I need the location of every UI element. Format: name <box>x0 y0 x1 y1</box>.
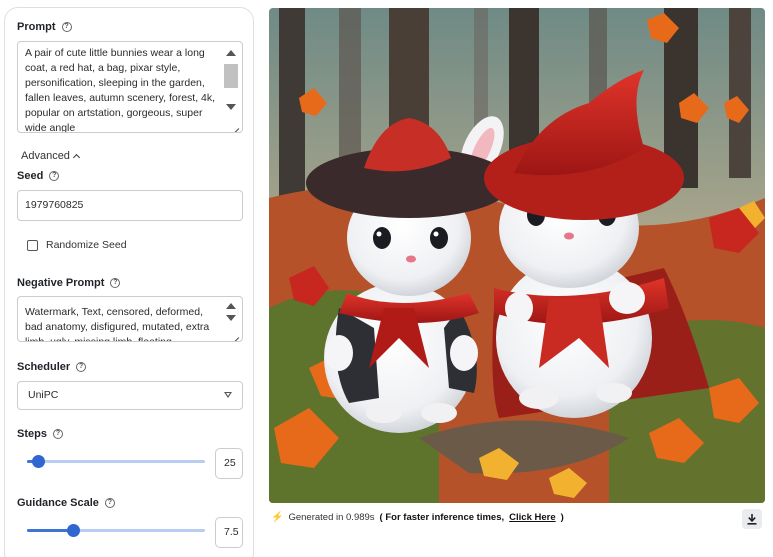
question-circle-icon[interactable]: ? <box>61 22 72 32</box>
question-circle-icon[interactable]: ? <box>49 171 60 181</box>
scroll-down-icon[interactable] <box>226 104 236 110</box>
seed-label: Seed <box>17 170 44 182</box>
question-circle-icon[interactable]: ? <box>76 362 87 372</box>
steps-label: Steps <box>17 428 47 440</box>
generation-info: ⚡ Generated in 0.989s ( For faster infer… <box>271 512 564 523</box>
scheduler-value: UniPC <box>28 389 59 401</box>
prompt-text: A pair of cute little bunnies wear a lon… <box>25 47 216 133</box>
lightning-bolt-icon: ⚡ <box>271 512 284 523</box>
scroll-up-icon[interactable] <box>226 303 236 309</box>
dropdown-triangle-icon <box>224 392 232 398</box>
download-button[interactable] <box>742 509 762 529</box>
faster-text-open: ( For faster inference times, <box>379 512 505 523</box>
negative-prompt-text: Watermark, Text, censored, deformed, bad… <box>25 306 210 342</box>
slider-thumb[interactable] <box>31 455 45 468</box>
scroll-down-icon[interactable] <box>226 315 236 321</box>
resize-grip-icon[interactable] <box>229 120 239 130</box>
steps-label-row: Steps ? <box>17 428 63 440</box>
click-here-link[interactable]: Click Here <box>509 512 555 523</box>
steps-number-input[interactable]: 25 <box>215 448 243 479</box>
question-circle-icon[interactable]: ? <box>110 278 121 288</box>
guidance-label: Guidance Scale <box>17 497 99 509</box>
randomize-seed-checkbox[interactable] <box>27 239 38 251</box>
slider-track[interactable] <box>27 460 205 463</box>
randomize-seed-row[interactable]: Randomize Seed <box>27 239 127 251</box>
resize-grip-icon[interactable] <box>229 329 239 339</box>
download-icon <box>747 513 757 525</box>
scroll-thumb[interactable] <box>224 64 238 88</box>
randomize-seed-label: Randomize Seed <box>46 239 127 251</box>
steps-slider[interactable] <box>27 454 205 468</box>
scheduler-label: Scheduler <box>17 361 71 373</box>
guidance-label-row: Guidance Scale ? <box>17 497 115 509</box>
advanced-label: Advanced <box>21 150 70 162</box>
question-circle-icon[interactable]: ? <box>52 429 63 439</box>
negative-prompt-label-row: Negative Prompt ? <box>17 277 121 289</box>
prompt-textarea[interactable]: A pair of cute little bunnies wear a lon… <box>17 41 243 133</box>
negative-prompt-label: Negative Prompt <box>17 277 105 289</box>
bunnies-illustration <box>269 8 765 503</box>
prompt-label: Prompt <box>17 21 56 33</box>
slider-thumb[interactable] <box>67 524 81 537</box>
seed-input[interactable]: 1979760825 <box>17 190 243 221</box>
negative-prompt-textarea[interactable]: Watermark, Text, censored, deformed, bad… <box>17 296 243 342</box>
chevron-up-icon <box>72 153 80 162</box>
guidance-number-input[interactable]: 7.5 <box>215 517 243 548</box>
advanced-toggle[interactable]: Advanced <box>21 150 80 162</box>
seed-label-row: Seed ? <box>17 170 60 182</box>
prompt-label-row: Prompt ? <box>17 21 72 33</box>
prompt-scrollbar[interactable] <box>222 44 240 130</box>
scroll-up-icon[interactable] <box>226 50 236 56</box>
guidance-slider[interactable] <box>27 523 205 537</box>
generated-image <box>269 8 765 503</box>
scheduler-label-row: Scheduler ? <box>17 361 87 373</box>
generated-time: Generated in 0.989s <box>288 512 375 523</box>
scheduler-select[interactable]: UniPC <box>17 381 243 410</box>
question-circle-icon[interactable]: ? <box>104 498 115 508</box>
faster-text-close: ) <box>560 512 564 523</box>
